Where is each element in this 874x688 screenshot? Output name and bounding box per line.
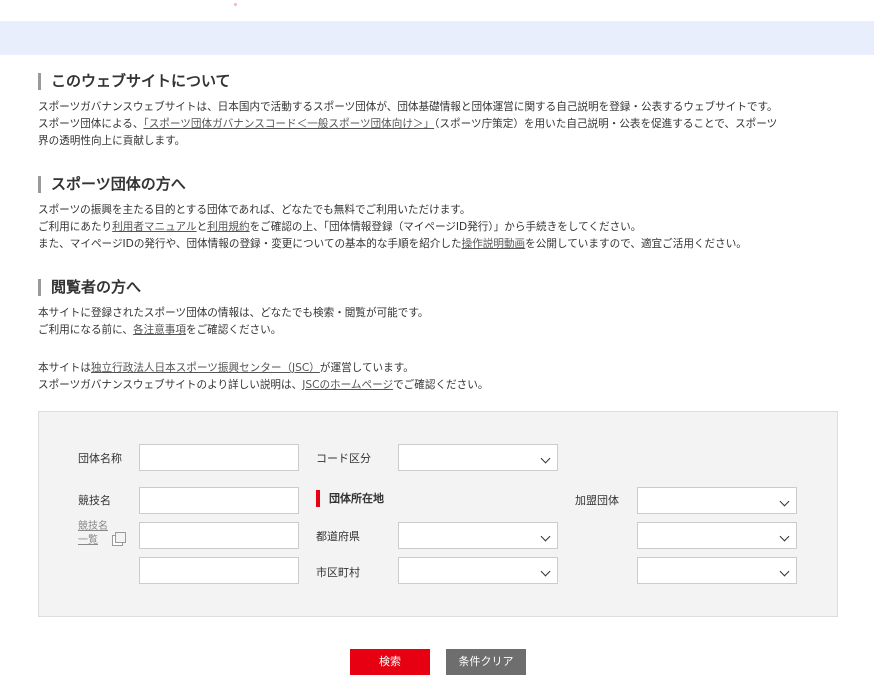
viewers-section: 閲覧者の方へ 本サイトに登録されたスポーツ団体の情報は、どなたでも検索・閲覧が可… — [38, 279, 838, 339]
chevron-down-icon — [779, 531, 790, 542]
operator-line2-pre: スポーツガバナンスウェブサイトのより詳しい説明は、 — [38, 379, 303, 391]
chevron-down-icon — [540, 566, 551, 577]
about-line2: スポーツ団体による、「スポーツ団体ガバナンスコード＜一般スポーツ団体向け＞」（ス… — [38, 116, 838, 133]
org-name-label: 団体名称 — [78, 452, 122, 465]
tutorial-video-link[interactable]: 操作説明動画 — [462, 238, 526, 250]
operator-line1-pre: 本サイトは — [38, 362, 91, 374]
viewers-line2-pre: ご利用になる前に、 — [38, 324, 134, 336]
prefecture-select[interactable] — [398, 522, 558, 549]
terms-link[interactable]: 利用規約 — [207, 221, 249, 233]
sport-list-line2: 一覧 — [78, 535, 98, 546]
orgs-line3-pre: また、マイページIDの発行や、団体情報の登録・変更についての基本的な手順を紹介し… — [38, 238, 462, 250]
chevron-down-icon — [779, 566, 790, 577]
jsc-homepage-link[interactable]: JSCのホームページ — [302, 379, 393, 391]
notes-link[interactable]: 各注意事項 — [133, 324, 186, 336]
location-heading: 団体所在地 — [316, 490, 384, 507]
sport-input-3[interactable] — [139, 557, 299, 584]
search-form: 団体名称 コード区分 競技名 団体所在地 加盟団体 競技名 一覧 都道府県 市区… — [38, 411, 838, 617]
viewers-line2-post: をご確認ください。 — [186, 324, 282, 336]
external-window-icon[interactable] — [112, 532, 126, 546]
about-line1: スポーツガバナンスウェブサイトは、日本国内で活動するスポーツ団体が、団体基礎情報… — [38, 101, 778, 113]
operator-line1-post: が運営しています。 — [319, 362, 414, 374]
governance-code-link[interactable]: 「スポーツ団体ガバナンスコード＜一般スポーツ団体向け＞」 — [143, 118, 434, 130]
sport-list-link[interactable]: 競技名 一覧 — [78, 520, 108, 548]
code-label: コード区分 — [316, 452, 371, 465]
chevron-down-icon — [779, 496, 790, 507]
operator-line2: スポーツガバナンスウェブサイトのより詳しい説明は、JSCのホームページでご確認く… — [38, 377, 838, 394]
affiliation-select-2[interactable] — [637, 522, 797, 549]
operator-line1: 本サイトは独立行政法人日本スポーツ振興センター（JSC）が運営しています。 — [38, 360, 838, 377]
sport-list-line1: 競技名 — [78, 521, 108, 532]
about-section: このウェブサイトについて スポーツガバナンスウェブサイトは、日本国内で活動するス… — [38, 73, 838, 150]
sport-input[interactable] — [139, 487, 299, 514]
top-decoration-dot — [234, 3, 237, 6]
viewers-line1: 本サイトに登録されたスポーツ団体の情報は、どなたでも検索・閲覧が可能です。 — [38, 307, 429, 319]
prefecture-label: 都道府県 — [316, 530, 360, 543]
jsc-link[interactable]: 独立行政法人日本スポーツ振興センター（JSC） — [91, 362, 320, 374]
orgs-section: スポーツ団体の方へ スポーツの振興を主たる目的とする団体であれば、どなたでも無料… — [38, 176, 838, 253]
chevron-down-icon — [540, 453, 551, 464]
org-name-input[interactable] — [139, 444, 299, 471]
viewers-line2: ご利用になる前に、各注意事項をご確認ください。 — [38, 322, 838, 339]
orgs-line3: また、マイページIDの発行や、団体情報の登録・変更についての基本的な手順を紹介し… — [38, 236, 838, 253]
orgs-title: スポーツ団体の方へ — [38, 176, 838, 193]
orgs-line2: ご利用にあたり利用者マニュアルと利用規約をご確認の上、「団体情報登録（マイページ… — [38, 219, 838, 236]
orgs-line2-pre: ご利用にあたり — [38, 221, 113, 233]
affiliation-select[interactable] — [637, 487, 797, 514]
affiliation-label: 加盟団体 — [575, 494, 619, 507]
viewers-title: 閲覧者の方へ — [38, 279, 838, 296]
operator-line2-post: でご確認ください。 — [393, 379, 489, 391]
header-band — [0, 21, 874, 55]
user-manual-link[interactable]: 利用者マニュアル — [112, 221, 196, 233]
sport-label: 競技名 — [78, 494, 111, 507]
chevron-down-icon — [540, 531, 551, 542]
orgs-line2-post: をご確認の上、「団体情報登録（マイページID発行）」から手続きをしてください。 — [249, 221, 642, 233]
about-line2-post: （スポーツ庁策定）を用いた自己説明・公表を促進することで、スポーツ — [434, 118, 778, 130]
orgs-line1: スポーツの振興を主たる目的とする団体であれば、どなたでも無料でご利用いただけます… — [38, 204, 471, 216]
city-label: 市区町村 — [316, 566, 360, 579]
city-select[interactable] — [398, 557, 558, 584]
about-line3: 界の透明性向上に貢献します。 — [38, 135, 186, 147]
operator-section: 本サイトは独立行政法人日本スポーツ振興センター（JSC）が運営しています。 スポ… — [38, 360, 838, 394]
orgs-line2-mid: と — [196, 221, 208, 233]
sport-input-2[interactable] — [139, 522, 299, 549]
about-title: このウェブサイトについて — [38, 73, 838, 90]
orgs-line3-post: を公開していますので、適宜ご活用ください。 — [525, 238, 747, 250]
about-line2-pre: スポーツ団体による、 — [38, 118, 144, 130]
search-button[interactable]: 検索 — [350, 649, 430, 675]
code-select[interactable] — [398, 444, 558, 471]
affiliation-select-3[interactable] — [637, 557, 797, 584]
clear-button[interactable]: 条件クリア — [446, 649, 526, 675]
